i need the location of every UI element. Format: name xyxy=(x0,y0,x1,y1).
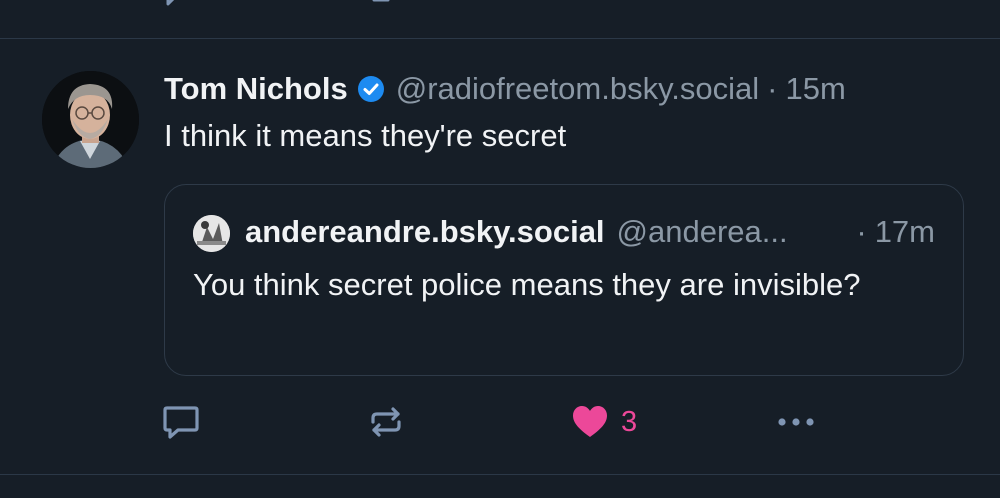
quote-author-handle[interactable]: @anderea... xyxy=(617,214,788,250)
reply-icon[interactable] xyxy=(166,0,188,6)
quote-timestamp[interactable]: 17m xyxy=(875,214,935,250)
quoted-post-card[interactable]: andereandre.bsky.social @anderea... · 17… xyxy=(164,184,964,376)
post-divider-top xyxy=(0,38,1000,39)
quote-avatar-photo xyxy=(193,215,230,252)
repost-icon[interactable] xyxy=(370,0,392,6)
more-options-button[interactable] xyxy=(775,400,817,444)
more-options-icon xyxy=(778,418,814,426)
repost-icon xyxy=(371,407,401,437)
quote-text: You think secret police means they are i… xyxy=(193,267,861,302)
time-separator: · xyxy=(767,71,778,106)
heart-icon[interactable] xyxy=(576,0,598,6)
post-text: I think it means they're secret xyxy=(164,118,567,153)
reply-button[interactable] xyxy=(162,400,200,444)
quote-author-name[interactable]: andereandre.bsky.social xyxy=(245,214,605,250)
author-name[interactable]: Tom Nichols xyxy=(164,71,348,107)
feed-page: Tom Nichols @radiofreetom.bsky.social · … xyxy=(0,0,1000,498)
post-header: Tom Nichols @radiofreetom.bsky.social · … xyxy=(164,68,846,110)
post-actions: 3 xyxy=(0,400,1000,444)
quote-avatar xyxy=(193,215,230,252)
post-timestamp[interactable]: 15m xyxy=(785,71,845,107)
quote-time-wrap: · 17m xyxy=(856,211,935,253)
like-count: 3 xyxy=(621,405,638,438)
repost-button[interactable] xyxy=(367,400,405,444)
verified-badge-icon xyxy=(356,74,386,104)
post-divider-bottom xyxy=(0,474,1000,475)
like-button[interactable]: 3 xyxy=(571,400,637,444)
heart-icon xyxy=(573,406,607,437)
previous-post-actions xyxy=(0,0,1000,6)
avatar[interactable] xyxy=(42,71,139,168)
author-handle[interactable]: @radiofreetom.bsky.social xyxy=(396,71,759,107)
quote-header: andereandre.bsky.social @anderea... xyxy=(245,211,788,253)
reply-icon xyxy=(163,406,199,439)
quote-time-separator: · xyxy=(856,214,867,249)
avatar-photo xyxy=(42,71,139,168)
